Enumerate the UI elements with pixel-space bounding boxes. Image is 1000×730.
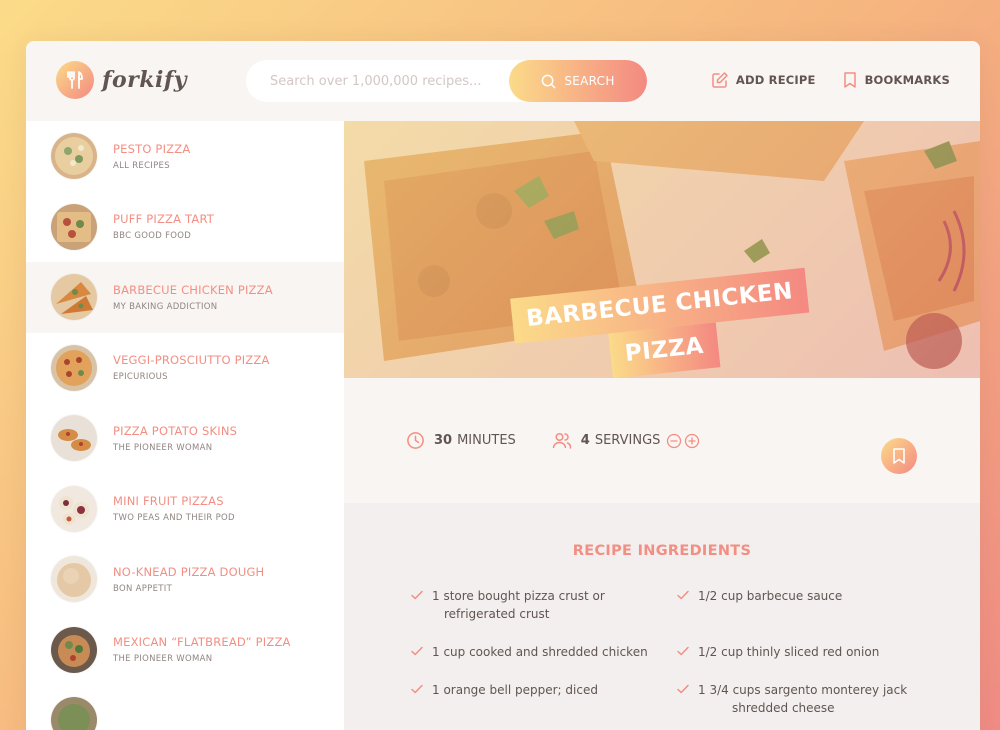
- ingredient-item: 1 orange bell pepper; diced: [408, 681, 648, 699]
- result-title: MINI FRUIT PIZZAS: [113, 494, 224, 509]
- result-title: PESTO PIZZA: [113, 141, 191, 156]
- ingredient-item: 1 cup cooked and shredded chicken: [408, 643, 648, 661]
- fork-knife-icon: [56, 61, 94, 99]
- search-results: PESTO PIZZA ALL RECIPES PUFF PIZZA TART …: [26, 121, 344, 730]
- recipe-ingredients: RECIPE INGREDIENTS 1 store bought pizza …: [344, 503, 980, 730]
- check-icon: [411, 646, 423, 656]
- servings-value: 4: [580, 433, 590, 448]
- edit-icon: [712, 72, 728, 88]
- search-input[interactable]: [270, 73, 530, 89]
- bookmark-recipe-button[interactable]: [881, 438, 917, 474]
- result-publisher: EPICURIOUS: [113, 372, 168, 383]
- result-item[interactable]: VEGGI-PROSCIUTTO PIZZA EPICURIOUS: [26, 333, 344, 404]
- result-item[interactable]: PESTO PIZZA ALL RECIPES: [26, 121, 344, 192]
- recipe-thumbnail: [51, 415, 97, 462]
- result-title: NO-KNEAD PIZZA DOUGH: [113, 564, 265, 579]
- cook-time-value: 30: [434, 433, 453, 448]
- result-title: PUFF PIZZA TART: [113, 212, 215, 227]
- recipe-thumbnail: [51, 697, 97, 730]
- bookmarks-label: BOOKMARKS: [864, 73, 950, 87]
- users-icon: [552, 432, 572, 449]
- ingredient-text: 1/2 cup thinly sliced red onion: [698, 645, 880, 659]
- cook-time-unit: MINUTES: [457, 433, 516, 448]
- ingredient-text-cont: refrigerated crust: [444, 607, 550, 621]
- result-item[interactable]: MEXICAN “FLATBREAD” PIZZA THE PIONEER WO…: [26, 615, 344, 686]
- result-item[interactable]: PUFF PIZZA TART BBC GOOD FOOD: [26, 192, 344, 263]
- nav: ADD RECIPE BOOKMARKS: [685, 71, 950, 89]
- result-publisher: BBC GOOD FOOD: [113, 231, 192, 242]
- search-icon: [541, 74, 556, 88]
- recipe-thumbnail: [51, 344, 97, 391]
- result-publisher: THE PIONEER WOMAN: [113, 654, 213, 665]
- result-publisher: MY BAKING ADDICTION: [113, 301, 218, 312]
- ingredients-heading: RECIPE INGREDIENTS: [572, 543, 752, 559]
- ingredient-text: 1 store bought pizza crust or: [432, 589, 605, 603]
- brand-name: forkify: [102, 67, 188, 93]
- result-publisher: THE PIONEER WOMAN: [113, 442, 213, 453]
- result-title: BARBECUE CHICKEN PIZZA: [113, 282, 273, 297]
- add-recipe-button[interactable]: ADD RECIPE: [711, 71, 816, 89]
- search-button[interactable]: SEARCH: [509, 60, 647, 102]
- ingredient-text: 1 orange bell pepper; diced: [432, 683, 598, 697]
- ingredient-item: 1 3/4 cups sargento monterey jack shredde…: [674, 681, 914, 717]
- result-item[interactable]: PIZZA POTATO SKINS THE PIONEER WOMAN: [26, 403, 344, 474]
- bookmark-icon: [843, 72, 856, 88]
- result-publisher: BON APPETIT: [113, 583, 173, 594]
- recipe-details: 30 MINUTES 4 SERVINGS: [344, 378, 980, 503]
- bookmarks-button[interactable]: BOOKMARKS: [842, 71, 950, 89]
- ingredient-item: 1 store bought pizza crust or refrigerate…: [408, 587, 648, 623]
- result-publisher: TWO PEAS AND THEIR POD: [113, 513, 235, 524]
- check-icon: [677, 590, 689, 600]
- result-item[interactable]: [26, 685, 344, 730]
- ingredient-text: 1 3/4 cups sargento monterey jack: [698, 683, 908, 697]
- recipe-thumbnail: [51, 556, 97, 603]
- check-icon: [677, 646, 689, 656]
- bookmark-icon: [893, 448, 905, 464]
- recipe-thumbnail: [51, 274, 97, 321]
- recipe-thumbnail: [51, 626, 97, 673]
- result-item-active[interactable]: BARBECUE CHICKEN PIZZA MY BAKING ADDICTI…: [26, 262, 344, 333]
- recipe-image: BARBECUE CHICKEN PIZZA: [344, 121, 980, 378]
- recipe-view: BARBECUE CHICKEN PIZZA 30 MINUTES 4 SERV…: [344, 121, 980, 730]
- servings-unit: SERVINGS: [594, 433, 661, 448]
- ingredient-text: 1/2 cup barbecue sauce: [698, 589, 843, 603]
- clock-icon: [407, 432, 424, 449]
- search-button-label: SEARCH: [564, 74, 615, 88]
- result-title: MEXICAN “FLATBREAD” PIZZA: [113, 635, 291, 650]
- recipe-thumbnail: [51, 485, 97, 532]
- ingredient-text: 1 cup cooked and shredded chicken: [432, 645, 648, 659]
- result-title: VEGGI-PROSCIUTTO PIZZA: [113, 353, 270, 368]
- servings: 4 SERVINGS: [552, 431, 701, 450]
- check-icon: [411, 684, 423, 694]
- result-item[interactable]: NO-KNEAD PIZZA DOUGH BON APPETIT: [26, 544, 344, 615]
- cook-time: 30 MINUTES: [406, 431, 516, 450]
- increase-servings-icon[interactable]: [684, 433, 700, 449]
- recipe-thumbnail: [51, 133, 97, 180]
- app-window: forkify SEARCH ADD RECIPE: [26, 41, 980, 730]
- header: forkify SEARCH ADD RECIPE: [26, 41, 980, 121]
- logo[interactable]: forkify: [56, 61, 187, 99]
- ingredient-item: 1/2 cup barbecue sauce: [674, 587, 914, 605]
- ingredient-text-cont: shredded cheese: [732, 701, 835, 715]
- ingredient-item: 1/2 cup thinly sliced red onion: [674, 643, 914, 661]
- check-icon: [677, 684, 689, 694]
- search-form: SEARCH: [246, 60, 647, 102]
- decrease-servings-icon[interactable]: [666, 433, 682, 449]
- add-recipe-label: ADD RECIPE: [735, 73, 816, 87]
- check-icon: [411, 590, 423, 600]
- result-title: PIZZA POTATO SKINS: [113, 423, 238, 438]
- result-item[interactable]: MINI FRUIT PIZZAS TWO PEAS AND THEIR POD: [26, 474, 344, 545]
- result-publisher: ALL RECIPES: [113, 160, 170, 171]
- recipe-thumbnail: [51, 203, 97, 250]
